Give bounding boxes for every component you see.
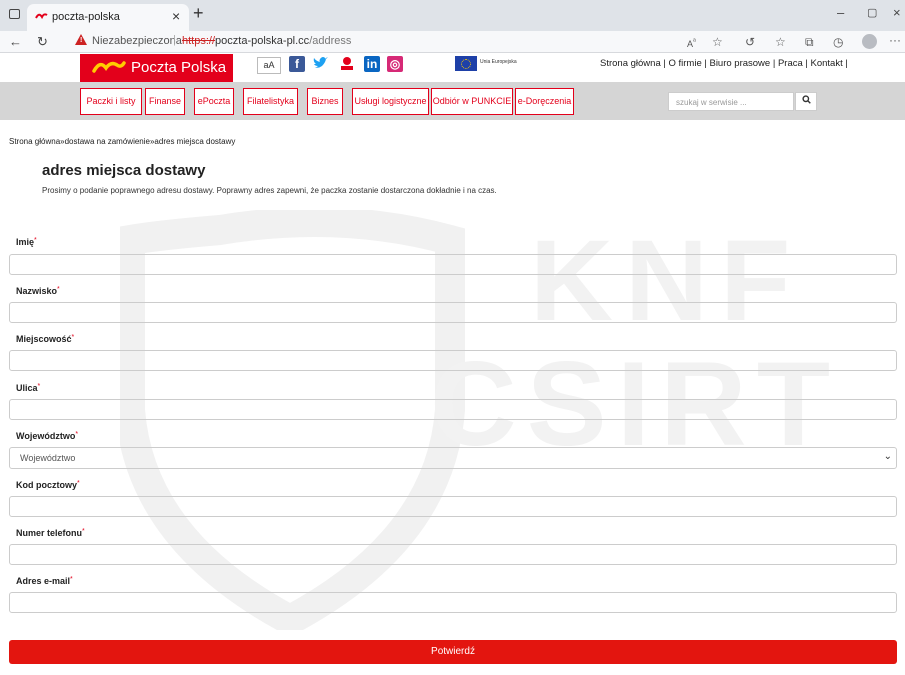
nav-item-paczki[interactable]: Paczki i listy bbox=[80, 88, 142, 115]
eu-flag-icon bbox=[455, 56, 477, 71]
nav-item-edoreczenia[interactable]: e-Doręczenia bbox=[515, 88, 574, 115]
reload-icon[interactable]: ↻ bbox=[37, 34, 48, 50]
read-aloud-icon[interactable]: Aᵃ bbox=[687, 36, 696, 49]
new-tab-icon[interactable]: + bbox=[193, 3, 204, 24]
last-name-label: Nazwisko* bbox=[16, 286, 60, 296]
not-secure-label: Niezabezpieczona bbox=[92, 35, 182, 47]
city-label: Miejscowość* bbox=[16, 334, 75, 344]
search-button[interactable] bbox=[795, 92, 817, 111]
collections-icon[interactable]: ⧉ bbox=[805, 35, 814, 50]
voivodeship-selected-value: Województwo bbox=[20, 453, 76, 463]
back-icon[interactable]: ← bbox=[9, 34, 22, 49]
url-text: https://poczta-polska-pl.cc/address bbox=[182, 35, 352, 47]
top-links[interactable]: Strona główna | O firmie | Biuro prasowe… bbox=[600, 58, 848, 69]
twitter-icon[interactable] bbox=[313, 56, 329, 72]
browser-tab-bar: poczta-polska × + – ▢ × bbox=[0, 0, 905, 31]
history-icon[interactable]: ◷ bbox=[833, 35, 843, 49]
breadcrumb[interactable]: Strona główna»dostawa na zamówienie»adre… bbox=[9, 137, 235, 146]
confirm-button[interactable]: Potwierdź bbox=[9, 640, 897, 664]
maximize-icon[interactable]: ▢ bbox=[867, 6, 877, 19]
address-bar: ← ↻ ! Niezabezpieczona | https://poczta-… bbox=[0, 31, 905, 53]
profile-avatar[interactable] bbox=[862, 34, 877, 49]
postal-code-label: Kod pocztowy* bbox=[16, 480, 80, 490]
refresh-browser-icon[interactable]: ↺ bbox=[745, 35, 755, 49]
voivodeship-select[interactable]: Województwo ⌄ bbox=[9, 447, 897, 469]
city-input[interactable] bbox=[9, 350, 897, 371]
close-window-icon[interactable]: × bbox=[893, 5, 901, 20]
page-subtitle: Prosimy o podanie poprawnego adresu dost… bbox=[42, 186, 497, 195]
street-input[interactable] bbox=[9, 399, 897, 420]
favorites-icon[interactable]: ☆ bbox=[775, 35, 786, 49]
close-tab-icon[interactable]: × bbox=[172, 8, 180, 24]
chevron-down-icon: ⌄ bbox=[883, 451, 892, 462]
site-search-input[interactable]: szukaj w serwisie ... bbox=[668, 92, 794, 111]
blog-icon[interactable] bbox=[339, 56, 355, 72]
email-input[interactable] bbox=[9, 592, 897, 613]
favicon-icon bbox=[35, 12, 48, 24]
site-logo[interactable]: Poczta Polska bbox=[80, 54, 233, 82]
eu-label: Unia Europejska bbox=[480, 59, 517, 65]
facebook-icon[interactable]: f bbox=[289, 56, 305, 72]
search-icon bbox=[801, 95, 811, 104]
watermark-line-1: KNF bbox=[530, 217, 802, 345]
more-menu-icon[interactable]: ··· bbox=[889, 33, 901, 47]
nav-item-uslugi[interactable]: Usługi logistyczne bbox=[352, 88, 429, 115]
main-nav: Paczki i listy Finanse ePoczta Filatelis… bbox=[0, 82, 905, 120]
phone-input[interactable] bbox=[9, 544, 897, 565]
linkedin-icon[interactable]: in bbox=[364, 56, 380, 72]
email-label: Adres e-mail* bbox=[16, 576, 73, 586]
postal-code-input[interactable] bbox=[9, 496, 897, 517]
nav-item-biznes[interactable]: Biznes bbox=[307, 88, 343, 115]
voivodeship-label: Województwo* bbox=[16, 431, 79, 441]
first-name-input[interactable] bbox=[9, 254, 897, 275]
nav-item-odbior[interactable]: Odbiór w PUNKCIE bbox=[431, 88, 513, 115]
nav-item-epoczta[interactable]: ePoczta bbox=[194, 88, 234, 115]
page-title: adres miejsca dostawy bbox=[42, 162, 206, 179]
font-size-toggle[interactable]: aA bbox=[257, 57, 281, 74]
tab-title: poczta-polska bbox=[52, 11, 120, 23]
browser-tab[interactable]: poczta-polska × bbox=[27, 4, 189, 31]
logo-text: Poczta Polska bbox=[131, 59, 227, 76]
first-name-label: Imię* bbox=[16, 237, 37, 247]
street-label: Ulica* bbox=[16, 383, 41, 393]
minimize-icon[interactable]: – bbox=[837, 5, 844, 20]
last-name-input[interactable] bbox=[9, 302, 897, 323]
favorite-add-icon[interactable]: ☆ bbox=[712, 35, 723, 49]
nav-item-filatelistyka[interactable]: Filatelistyka bbox=[243, 88, 298, 115]
instagram-icon[interactable]: ◎ bbox=[387, 56, 403, 72]
phone-label: Numer telefonu* bbox=[16, 528, 85, 538]
nav-item-finanse[interactable]: Finanse bbox=[145, 88, 185, 115]
tab-actions-icon[interactable] bbox=[9, 9, 20, 19]
posthorn-icon bbox=[92, 58, 126, 81]
